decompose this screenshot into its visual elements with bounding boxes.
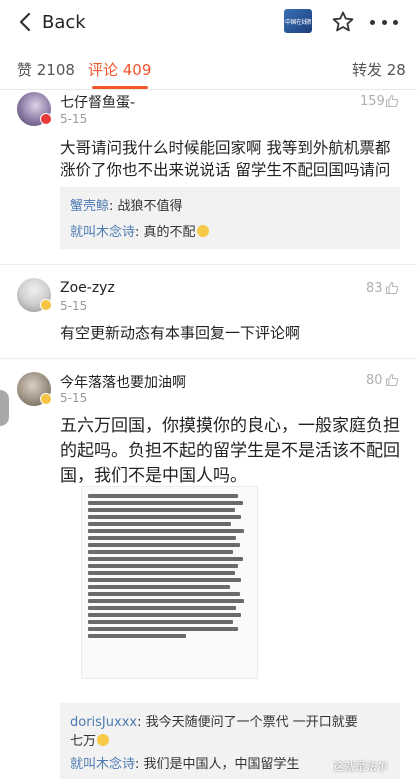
smile-emoji-icon [97,734,110,746]
attached-screenshot-image[interactable] [81,486,258,679]
member-badge-icon [40,299,52,311]
watermark-text: 这就是法尔 [333,760,388,773]
interaction-tabs: 赞 2108 评论 409 转发 28 [0,50,417,90]
comment-username[interactable]: 七仔督鱼蛋- [60,92,135,112]
like-count: 80 [366,373,383,388]
comment-text: 有空更新动态有本事回复一下评论啊 [60,324,301,342]
reply-username[interactable]: 就叫木念诗 [70,225,135,240]
back-button[interactable]: Back [18,9,86,35]
active-tab-indicator [92,86,148,89]
reply-username[interactable]: 蟹壳鲸 [70,199,109,214]
tab-reposts[interactable]: 转发 28 [352,59,406,80]
tab-likes[interactable]: 赞 2108 [17,59,75,80]
reply-item-continuation: 七万 [70,730,110,749]
thumb-up-icon[interactable] [385,94,399,108]
reply-item: 就叫木念诗: 我们是中国人，中国留学生 [70,757,300,772]
like-count: 159 [360,94,385,109]
reply-username[interactable]: 就叫木念诗 [70,757,135,772]
reply-text: 战狼不值得 [117,199,183,214]
top-nav-bar: Back 中国在线新闻 [0,0,417,44]
reply-text: 我今天随便问了一个票代 一开口就要 [145,715,358,730]
reply-text: 我们是中国人，中国留学生 [143,757,300,772]
like-count: 83 [366,281,383,296]
reply-item: dorisJuxxx: 我今天随便问了一个票代 一开口就要 [70,715,358,730]
divider [0,264,417,265]
thumb-up-icon[interactable] [385,281,399,295]
more-options-icon[interactable] [370,10,398,34]
reply-text-continuation: 七万 [70,734,97,749]
member-badge-icon [40,393,52,405]
comment-username[interactable]: 今年落落也要加油啊 [60,372,186,392]
comment-text: 五六万回国，你摸摸你的良心，一般家庭负担的起吗。负担不起的留学生是不是活该不配回… [60,416,400,486]
comment-date: 5-15 [60,112,88,126]
reply-item: 就叫木念诗: 真的不配 [70,221,209,240]
reply-box[interactable]: 蟹壳鲸: 战狼不值得 就叫木念诗: 真的不配 [60,187,400,249]
star-icon[interactable] [331,10,355,34]
comment-date: 5-15 [60,391,88,405]
comment-text: 大哥请问我什么时候能回家啊 我等到外航机票都涨价了你也不出来说说话 留学生不配回… [60,139,391,179]
comment-date: 5-15 [60,299,88,313]
reply-item: 蟹壳鲸: 战狼不值得 [70,199,183,214]
verified-badge-icon [40,113,52,125]
chevron-left-icon [19,12,31,32]
smile-emoji-icon [196,225,209,237]
reply-text: 真的不配 [143,225,196,240]
thumb-up-icon[interactable] [385,373,399,387]
divider [0,358,417,359]
logo-text: 中国在线新闻 [285,18,311,26]
side-drawer-handle[interactable] [0,390,9,426]
comment-username[interactable]: Zoe-zyz [60,280,115,296]
publisher-logo[interactable]: 中国在线新闻 [284,9,312,33]
tab-comments[interactable]: 评论 409 [88,59,151,80]
reply-username[interactable]: dorisJuxxx [70,715,137,730]
back-label: Back [42,11,86,33]
